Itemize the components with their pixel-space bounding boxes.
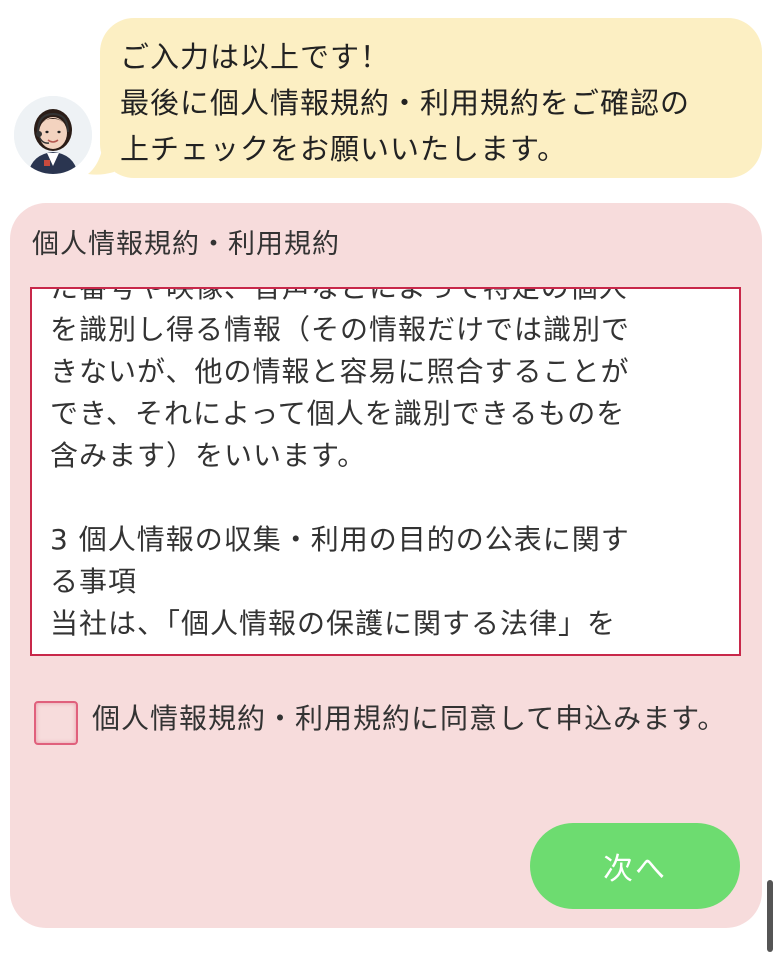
terms-text-line: 3 個人情報の収集・利用の目的の公表に関す xyxy=(50,523,630,556)
terms-text-line: きないが、他の情報と容易に照合することが xyxy=(50,355,630,388)
agree-checkbox-row[interactable]: 個人情報規約・利用規約に同意して申込みます。 xyxy=(34,697,734,787)
terms-panel: 個人情報規約・利用規約 た番号や映像、音声などによって特定の個人 を識別し得る情… xyxy=(10,203,762,928)
terms-text-line: た番号や映像、音声などによって特定の個人 xyxy=(50,287,628,304)
bubble-text-line: 最後に個人情報規約・利用規約をご確認の xyxy=(120,86,691,120)
page: ご入力は以上です！ 最後に個人情報規約・利用規約をご確認の 上チェックをお願いい… xyxy=(0,0,780,953)
terms-text-line: 当社は、「個人情報の保護に関する法律」を xyxy=(50,607,617,640)
terms-text: た番号や映像、音声などによって特定の個人 を識別し得る情報（その情報だけでは識別… xyxy=(50,287,730,645)
operator-avatar-icon xyxy=(14,96,92,174)
agree-checkbox-label[interactable]: 個人情報規約・利用規約に同意して申込みます。 xyxy=(92,697,732,741)
bubble-text-line: ご入力は以上です！ xyxy=(120,40,391,74)
terms-text-line: でき、それによって個人を識別できるものを xyxy=(50,397,626,430)
bubble-text-line: 上チェックをお願いいたします。 xyxy=(120,132,568,166)
page-scrollbar[interactable] xyxy=(767,880,773,952)
operator-speech-bubble: ご入力は以上です！ 最後に個人情報規約・利用規約をご確認の 上チェックをお願いい… xyxy=(100,18,762,178)
terms-text-line: 含みます）をいいます。 xyxy=(50,439,367,472)
agree-checkbox[interactable] xyxy=(34,701,78,745)
chat-message: ご入力は以上です！ 最後に個人情報規約・利用規約をご確認の 上チェックをお願いい… xyxy=(0,0,780,190)
terms-scroll-box[interactable]: た番号や映像、音声などによって特定の個人 を識別し得る情報（その情報だけでは識別… xyxy=(30,287,741,656)
terms-panel-title: 個人情報規約・利用規約 xyxy=(32,229,340,260)
terms-text-line: る事項 xyxy=(50,565,138,598)
next-button[interactable]: 次へ xyxy=(530,823,740,909)
terms-text-line: を識別し得る情報（その情報だけでは識別で xyxy=(50,313,631,346)
terms-text-line xyxy=(50,477,730,519)
